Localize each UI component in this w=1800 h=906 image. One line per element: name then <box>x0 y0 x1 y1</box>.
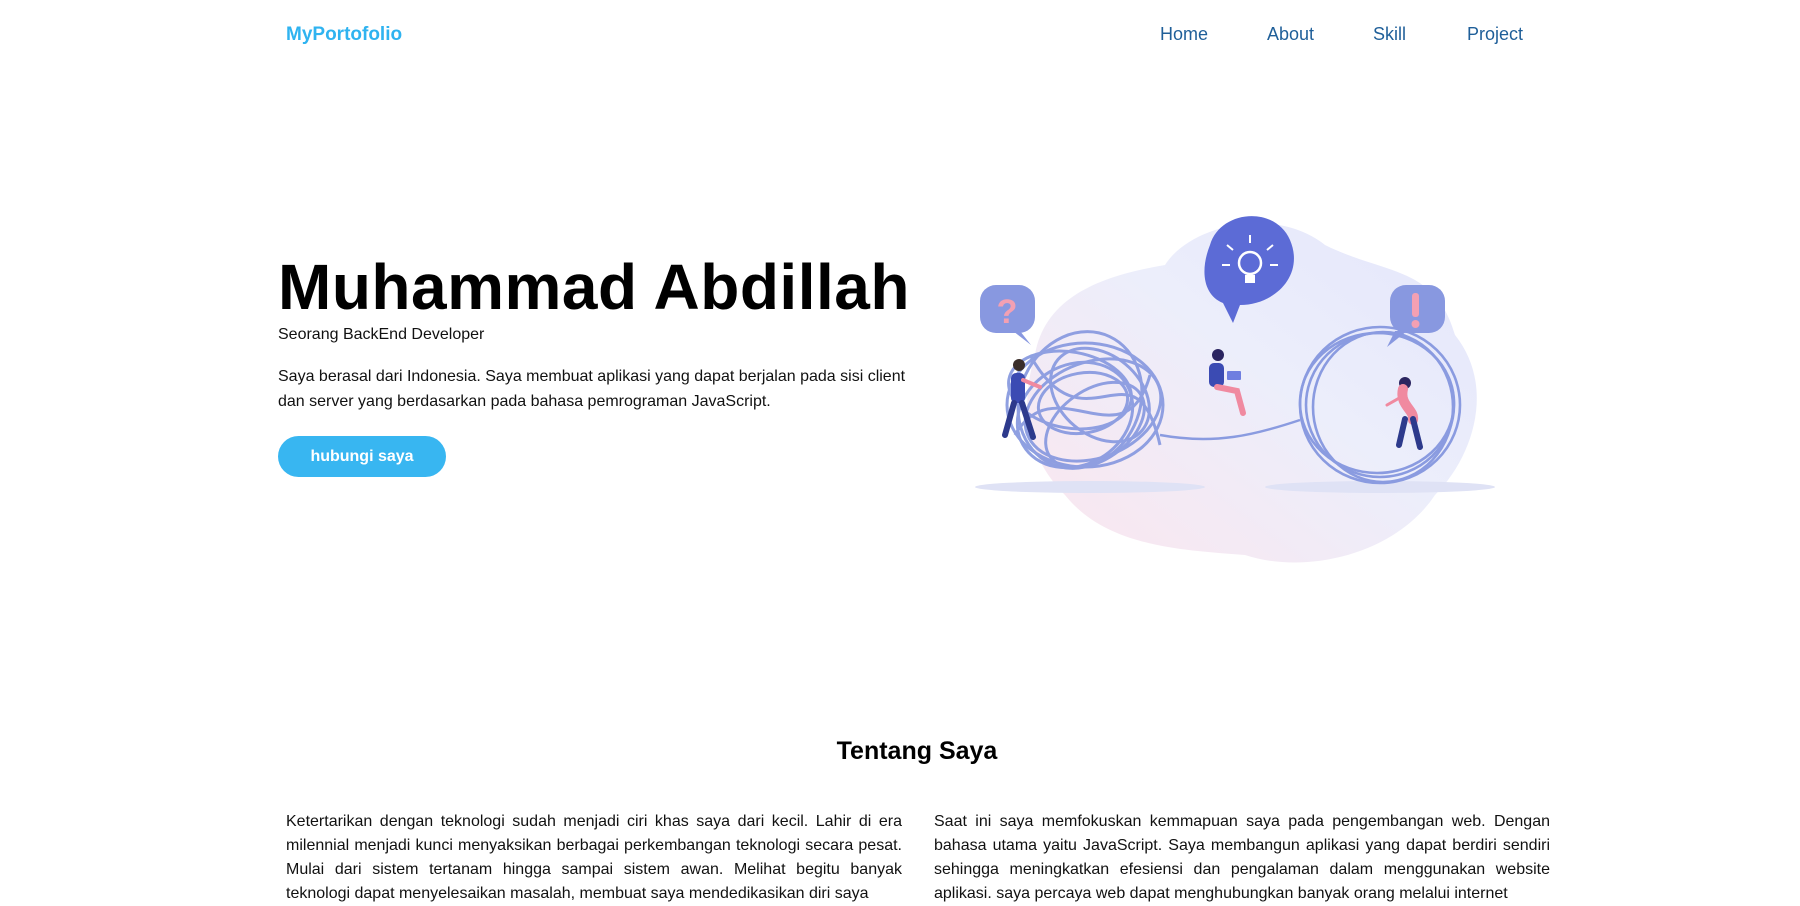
question-bubble: ? <box>980 285 1035 345</box>
navbar: MyPortofolio Home About Skill Project <box>0 0 1800 68</box>
about-paragraph-left: Ketertarikan dengan teknologi sudah menj… <box>286 813 902 902</box>
about-title: Tentang Saya <box>836 737 998 765</box>
about-paragraph-right: Saat ini saya memfokuskan kemmapuan saya… <box>934 813 1550 902</box>
hero-illustration: ? <box>975 205 1535 570</box>
nav-link-home[interactable]: Home <box>1160 24 1208 45</box>
contact-button[interactable]: hubungi saya <box>278 436 446 477</box>
nav-link-skill[interactable]: Skill <box>1373 24 1406 45</box>
hero-description: Saya berasal dari Indonesia. Saya membua… <box>278 368 906 410</box>
tangled-lines-illustration: ? <box>975 216 1495 563</box>
hero-name: Muhammad Abdillah <box>278 251 910 323</box>
nav-links: Home About Skill Project <box>0 24 1800 48</box>
nav-link-project[interactable]: Project <box>1467 24 1523 45</box>
nav-link-about[interactable]: About <box>1267 24 1314 45</box>
hero-role: Seorang BackEnd Developer <box>278 326 485 343</box>
svg-text:?: ? <box>997 293 1018 331</box>
